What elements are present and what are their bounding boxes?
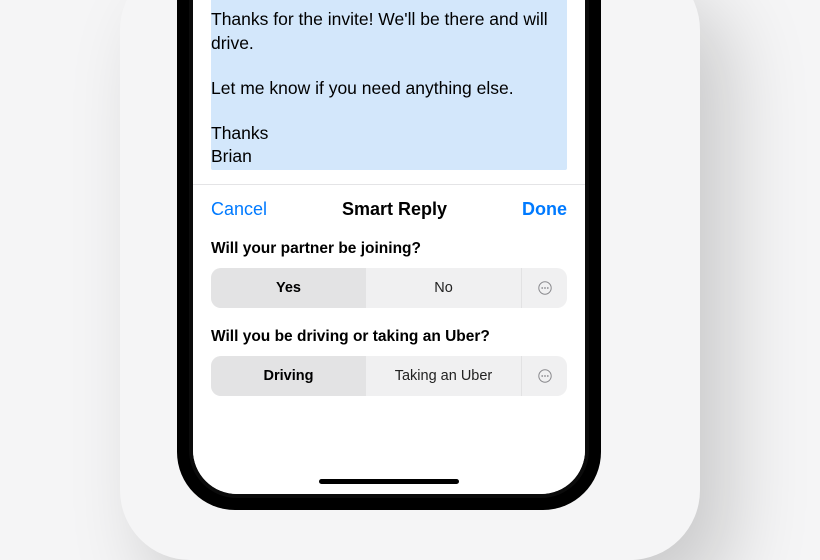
- phone-bezel: Hi Jasmine Thanks for the invite! We'll …: [189, 0, 589, 498]
- ellipsis-icon: [537, 368, 553, 384]
- smart-reply-sheet: Cancel Smart Reply Done Will your partne…: [193, 185, 585, 494]
- home-indicator[interactable]: [319, 479, 459, 484]
- ellipsis-icon: [537, 280, 553, 296]
- done-button[interactable]: Done: [522, 199, 567, 220]
- question-2-prompt: Will you be driving or taking an Uber?: [211, 328, 567, 346]
- question-1-choices: Yes No: [211, 268, 567, 308]
- phone-frame: Hi Jasmine Thanks for the invite! We'll …: [177, 0, 601, 510]
- sheet-title: Smart Reply: [342, 199, 447, 220]
- more-options-button[interactable]: [521, 268, 567, 308]
- cancel-button[interactable]: Cancel: [211, 199, 267, 220]
- email-body-1: Thanks for the invite! We'll be there an…: [211, 8, 567, 55]
- choice-yes[interactable]: Yes: [211, 268, 366, 308]
- email-body-2: Let me know if you need anything else.: [211, 77, 567, 100]
- email-compose-body[interactable]: Hi Jasmine Thanks for the invite! We'll …: [193, 0, 585, 185]
- more-options-button[interactable]: [521, 356, 567, 396]
- question-1-prompt: Will your partner be joining?: [211, 240, 567, 258]
- screen: Hi Jasmine Thanks for the invite! We'll …: [193, 0, 585, 494]
- choice-driving[interactable]: Driving: [211, 356, 366, 396]
- email-signoff: Thanks: [211, 122, 567, 145]
- email-sender: Brian: [211, 145, 567, 168]
- sheet-header: Cancel Smart Reply Done: [211, 199, 567, 220]
- question-2-choices: Driving Taking an Uber: [211, 356, 567, 396]
- email-selected-text: Hi Jasmine Thanks for the invite! We'll …: [211, 0, 567, 170]
- choice-no[interactable]: No: [366, 268, 521, 308]
- choice-uber[interactable]: Taking an Uber: [366, 356, 521, 396]
